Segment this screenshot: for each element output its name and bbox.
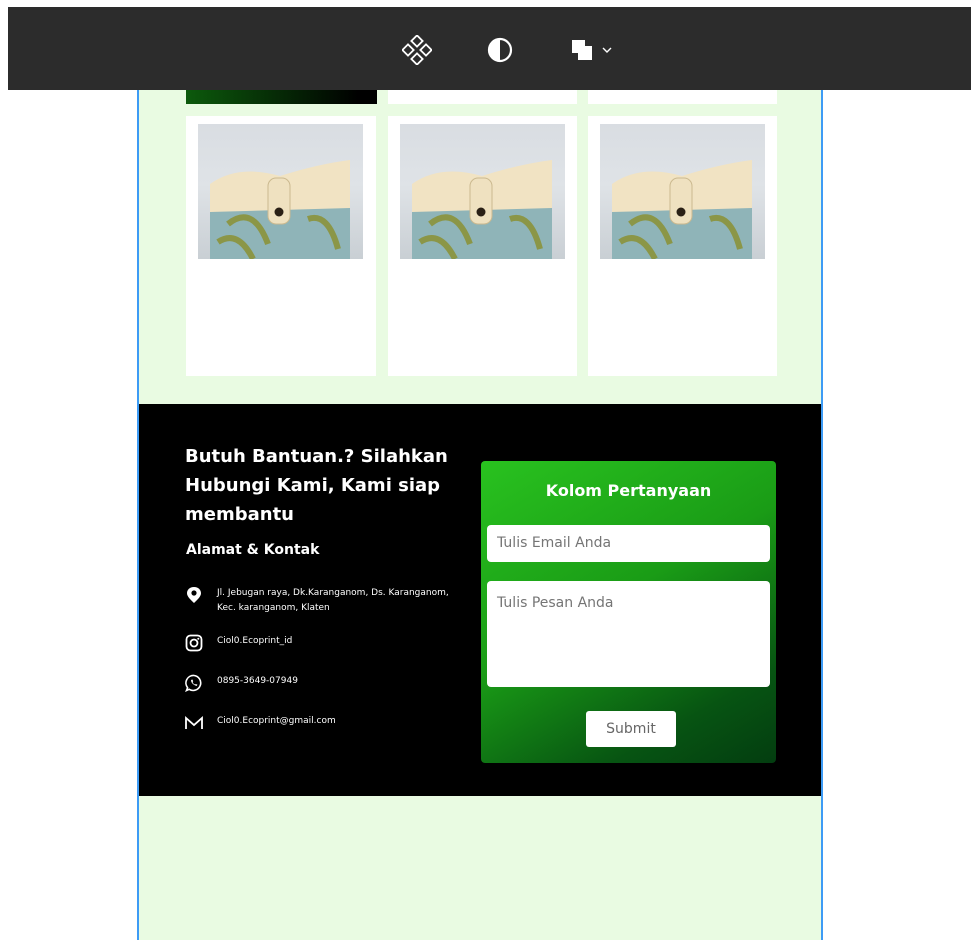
message-field[interactable] xyxy=(487,581,770,687)
contact-instagram[interactable]: Ciol0.Ecoprint_id xyxy=(183,634,457,652)
product-card-top xyxy=(588,90,777,104)
form-title: Kolom Pertanyaan xyxy=(545,481,712,500)
help-title: Butuh Bantuan.? Silahkan Hubungi Kami, K… xyxy=(185,446,448,525)
product-image xyxy=(400,124,565,259)
contact-whatsapp[interactable]: 0895-3649-07949 xyxy=(183,674,457,692)
contact-email-text: Ciol0.Ecoprint@gmail.com xyxy=(217,716,336,726)
instagram-icon xyxy=(183,634,205,652)
location-pin-icon xyxy=(183,586,205,604)
product-card[interactable] xyxy=(186,116,376,376)
product-card[interactable] xyxy=(588,116,777,376)
product-image xyxy=(198,124,363,259)
contact-whatsapp-text: 0895-3649-07949 xyxy=(217,676,298,686)
contact-address-text: Jl. Jebugan raya, Dk.Karanganom, Ds. Kar… xyxy=(217,588,449,613)
components-tool[interactable] xyxy=(400,33,434,67)
contact-email[interactable]: Ciol0.Ecoprint@gmail.com xyxy=(183,714,457,732)
boolean-tool[interactable] xyxy=(561,33,621,67)
question-form: Kolom Pertanyaan Submit xyxy=(481,461,776,763)
chevron-down-icon xyxy=(602,47,612,53)
contact-instagram-text: Ciol0.Ecoprint_id xyxy=(217,636,293,646)
product-card-top xyxy=(388,90,577,104)
footer: Butuh Bantuan.? Silahkan Hubungi Kami, K… xyxy=(139,404,821,796)
canvas-frame: Butuh Bantuan.? Silahkan Hubungi Kami, K… xyxy=(137,90,823,940)
contact-address: Jl. Jebugan raya, Dk.Karanganom, Ds. Kar… xyxy=(183,586,457,616)
contrast-tool[interactable] xyxy=(483,33,517,67)
boolean-union-icon xyxy=(572,40,592,60)
product-card[interactable] xyxy=(388,116,577,376)
whatsapp-icon xyxy=(183,674,205,692)
contrast-icon xyxy=(487,37,513,63)
toolbar xyxy=(8,7,971,90)
product-image xyxy=(600,124,765,259)
address-title: Alamat & Kontak xyxy=(186,542,320,558)
submit-button[interactable]: Submit xyxy=(586,711,676,747)
email-field[interactable] xyxy=(487,525,770,562)
product-card-dark xyxy=(186,90,377,104)
mail-icon xyxy=(183,714,205,732)
components-icon xyxy=(402,35,432,65)
